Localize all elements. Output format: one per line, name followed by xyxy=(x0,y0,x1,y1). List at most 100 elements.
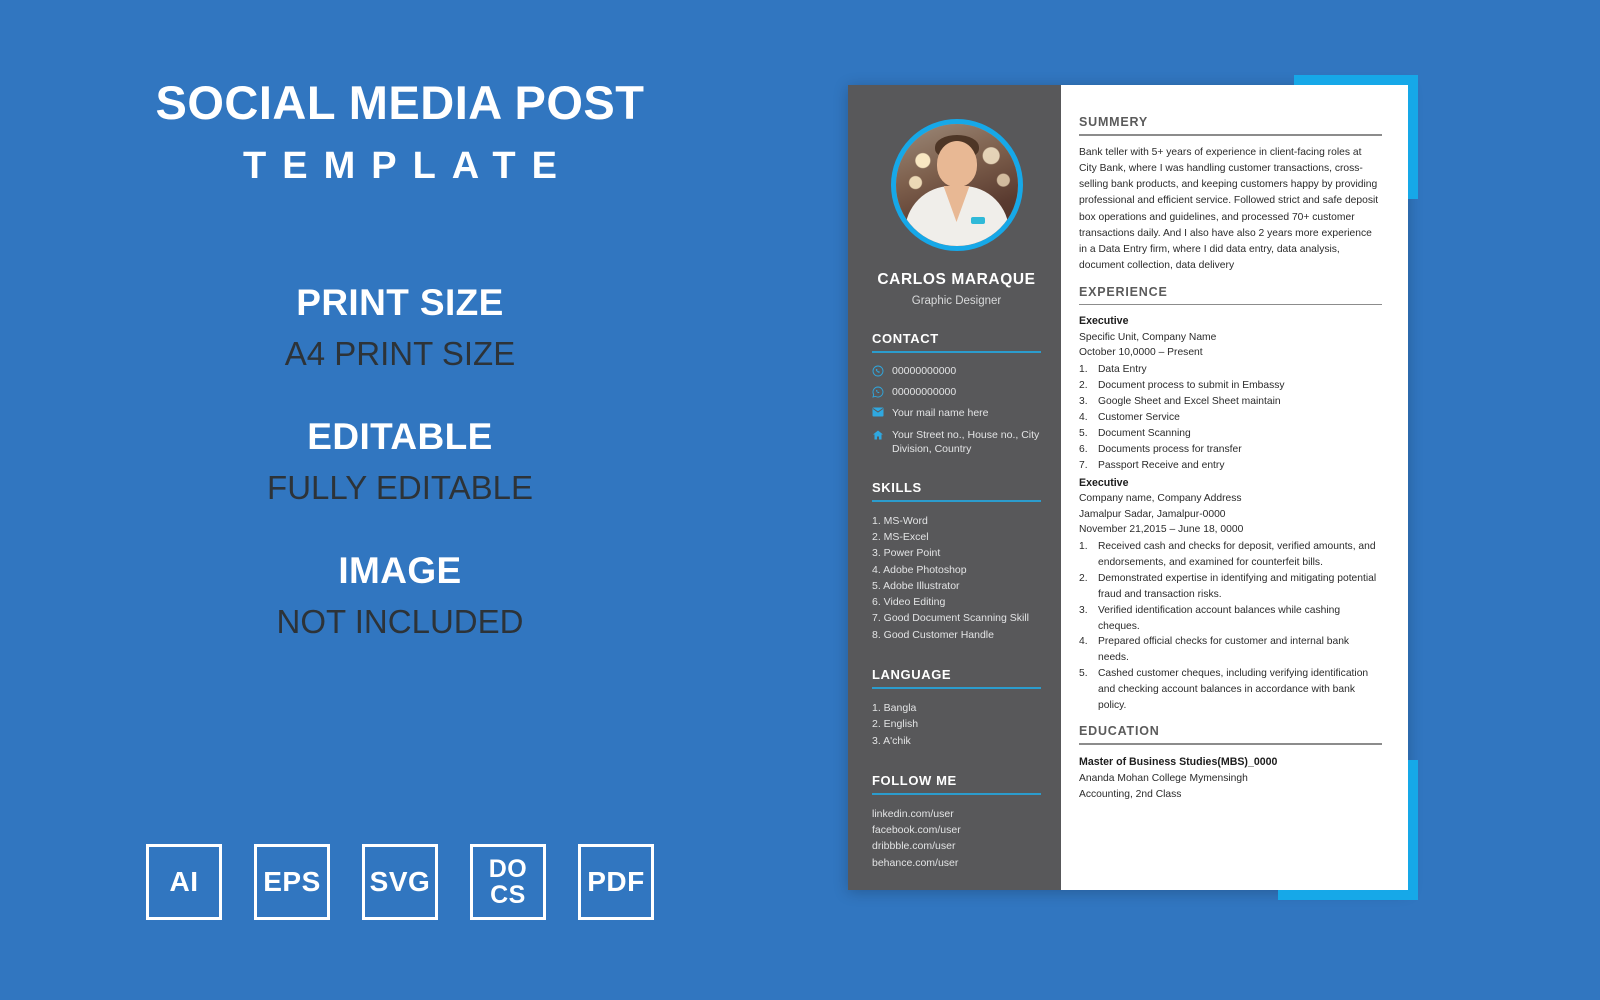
feature-image-head: IMAGE xyxy=(338,550,462,592)
list-item: 3. Power Point xyxy=(872,547,941,560)
whatsapp-icon xyxy=(872,385,892,398)
language-rule xyxy=(872,686,1041,689)
list-item: 1. Bangla xyxy=(872,701,917,714)
education-result: Accounting, 2nd Class xyxy=(1079,789,1182,801)
experience-job-2: Executive Company name, Company Address … xyxy=(1079,476,1382,715)
format-badge-eps: EPS xyxy=(254,844,330,920)
follow-links: linkedin.com/user facebook.com/user drib… xyxy=(872,806,1041,871)
format-badge-ai: AI xyxy=(146,844,222,920)
feature-list: PRINT SIZE A4 PRINT SIZE EDITABLE FULLY … xyxy=(0,280,800,682)
follow-heading: FOLLOW ME xyxy=(872,772,957,788)
experience-rule xyxy=(1079,303,1382,306)
job-bullets: 1. Data Entry 2. Document process to submi… xyxy=(1079,362,1382,474)
sidebar-section-follow: FOLLOW ME linkedin.com/user facebook.com… xyxy=(872,773,1041,871)
promo-subtitle: TEMPLATE xyxy=(243,145,573,188)
list-item: 1. Data Entry xyxy=(1079,363,1147,375)
list-item: 5. Document Scanning xyxy=(1079,427,1191,439)
job-title: Executive xyxy=(1079,315,1129,328)
phone-icon xyxy=(872,364,892,377)
promo-panel: SOCIAL MEDIA POST TEMPLATE PRINT SIZE A4… xyxy=(0,0,800,1000)
mail-icon xyxy=(872,406,892,417)
contact-whatsapp-text: 00000000000 xyxy=(892,386,957,399)
feature-image-sub: NOT INCLUDED xyxy=(276,603,524,641)
list-item: 5. Adobe Illustrator xyxy=(872,579,960,592)
list-item: 1. Received cash and checks for deposit, … xyxy=(1079,540,1376,568)
contact-heading: CONTACT xyxy=(872,331,939,346)
job-dates: November 21,2015 – June 18, 0000 xyxy=(1079,524,1244,536)
format-badge-docs-line2: CS xyxy=(490,881,526,909)
avatar-face xyxy=(936,141,977,187)
feature-print-size-sub: A4 PRINT SIZE xyxy=(284,335,516,373)
list-item: 2. Demonstrated expertise in identifying … xyxy=(1079,572,1377,600)
feature-print-size: PRINT SIZE A4 PRINT SIZE xyxy=(0,280,800,378)
main-section-experience: EXPERIENCE Executive Specific Unit, Comp… xyxy=(1079,285,1382,715)
contact-whatsapp-row: 00000000000 xyxy=(872,385,1041,399)
promo-title: SOCIAL MEDIA POST xyxy=(155,76,645,129)
contact-address-text: Your Street no., House no., City Divisio… xyxy=(892,428,1040,455)
list-item: 3. A'chik xyxy=(872,734,911,747)
contact-rule xyxy=(872,351,1041,353)
avatar xyxy=(890,119,1023,251)
experience-heading: EXPERIENCE xyxy=(1079,284,1168,299)
skills-rule xyxy=(872,499,1041,502)
format-badge-svg: SVG xyxy=(362,844,438,920)
job-title: Executive xyxy=(1079,476,1129,489)
social-link-behance[interactable]: behance.com/user xyxy=(872,855,1041,871)
contact-phone-text: 00000000000 xyxy=(892,365,957,377)
promo-heading-block: SOCIAL MEDIA POST TEMPLATE xyxy=(0,78,800,188)
job-bullets: 1. Received cash and checks for deposit, … xyxy=(1079,539,1382,714)
summary-heading: SUMMERY xyxy=(1079,115,1149,129)
feature-editable-head: EDITABLE xyxy=(307,416,493,458)
summary-rule xyxy=(1079,134,1382,136)
resume-preview-card: CARLOS MARAQUE Graphic Designer CONTACT … xyxy=(848,75,1418,900)
skills-heading: SKILLS xyxy=(872,479,922,495)
resume-person-role: Graphic Designer xyxy=(911,295,1002,307)
summary-body: Bank teller with 5+ years of experience … xyxy=(1079,146,1379,272)
list-item: 6. Documents process for transfer xyxy=(1079,443,1242,455)
job-company: Specific Unit, Company Name xyxy=(1079,332,1217,344)
follow-rule xyxy=(872,792,1041,795)
format-badge-ai-label: AI xyxy=(169,866,199,897)
feature-image: IMAGE NOT INCLUDED xyxy=(0,548,800,646)
social-link-dribbble[interactable]: dribbble.com/user xyxy=(872,838,1041,854)
list-item: 2. MS-Excel xyxy=(872,531,929,544)
social-link-facebook[interactable]: facebook.com/user xyxy=(872,822,1041,838)
resume-person-name: CARLOS MARAQUE xyxy=(877,271,1036,288)
language-list: 1. Bangla 2. English 3. A'chik xyxy=(872,700,1041,749)
list-item: 6. Video Editing xyxy=(872,596,946,609)
format-badge-pdf-label: PDF xyxy=(587,866,645,897)
home-icon xyxy=(872,428,892,441)
feature-editable-sub: FULLY EDITABLE xyxy=(0,464,800,512)
job-location: Jamalpur Sadar, Jamalpur-0000 xyxy=(1079,508,1226,520)
job-company: Company name, Company Address xyxy=(1079,493,1242,505)
list-item: 4. Customer Service xyxy=(1079,411,1180,423)
list-item: 5. Cashed customer cheques, including ver… xyxy=(1079,668,1369,712)
feature-editable: EDITABLE FULLY EDITABLE xyxy=(0,414,800,512)
resume-sidebar: CARLOS MARAQUE Graphic Designer CONTACT … xyxy=(848,85,1061,890)
format-badge-svg-label: SVG xyxy=(369,866,431,897)
feature-print-size-head: PRINT SIZE xyxy=(296,282,504,323)
education-rule xyxy=(1079,743,1382,745)
social-link-linkedin[interactable]: linkedin.com/user xyxy=(872,806,1041,822)
resume-main-column: SUMMERY Bank teller with 5+ years of exp… xyxy=(1061,85,1408,890)
format-badge-docs-line1: DO xyxy=(488,854,528,883)
sidebar-section-language: LANGUAGE 1. Bangla 2. English 3. A'chik xyxy=(872,667,1041,749)
avatar-pocket-square xyxy=(971,217,986,224)
list-item: 4. Adobe Photoshop xyxy=(872,563,967,576)
main-section-education: EDUCATION Master of Business Studies(MBS… xyxy=(1079,724,1382,803)
list-item: 3. Google Sheet and Excel Sheet maintain xyxy=(1079,395,1281,407)
skills-list: 1. MS-Word 2. MS-Excel 3. Power Point 4.… xyxy=(872,513,1041,643)
main-section-summary: SUMMERY Bank teller with 5+ years of exp… xyxy=(1079,115,1382,275)
format-badge-row: AI EPS SVG DO CS PDF xyxy=(0,844,800,920)
education-heading: EDUCATION xyxy=(1079,724,1160,739)
sidebar-section-contact: CONTACT 00000000000 00000000000 Your mai… xyxy=(872,331,1041,456)
education-institution: Ananda Mohan College Mymensingh xyxy=(1079,772,1248,784)
format-badge-pdf: PDF xyxy=(578,844,654,920)
list-item: 4. Prepared official checks for customer … xyxy=(1079,636,1350,664)
avatar-wrap xyxy=(872,119,1041,251)
experience-job-1: Executive Specific Unit, Company Name Oc… xyxy=(1079,314,1382,473)
list-item: 1. MS-Word xyxy=(872,514,928,527)
list-item: 2. English xyxy=(872,718,919,731)
contact-phone-row: 00000000000 xyxy=(872,364,1041,378)
list-item: 7. Good Document Scanning Skill xyxy=(872,612,1030,625)
